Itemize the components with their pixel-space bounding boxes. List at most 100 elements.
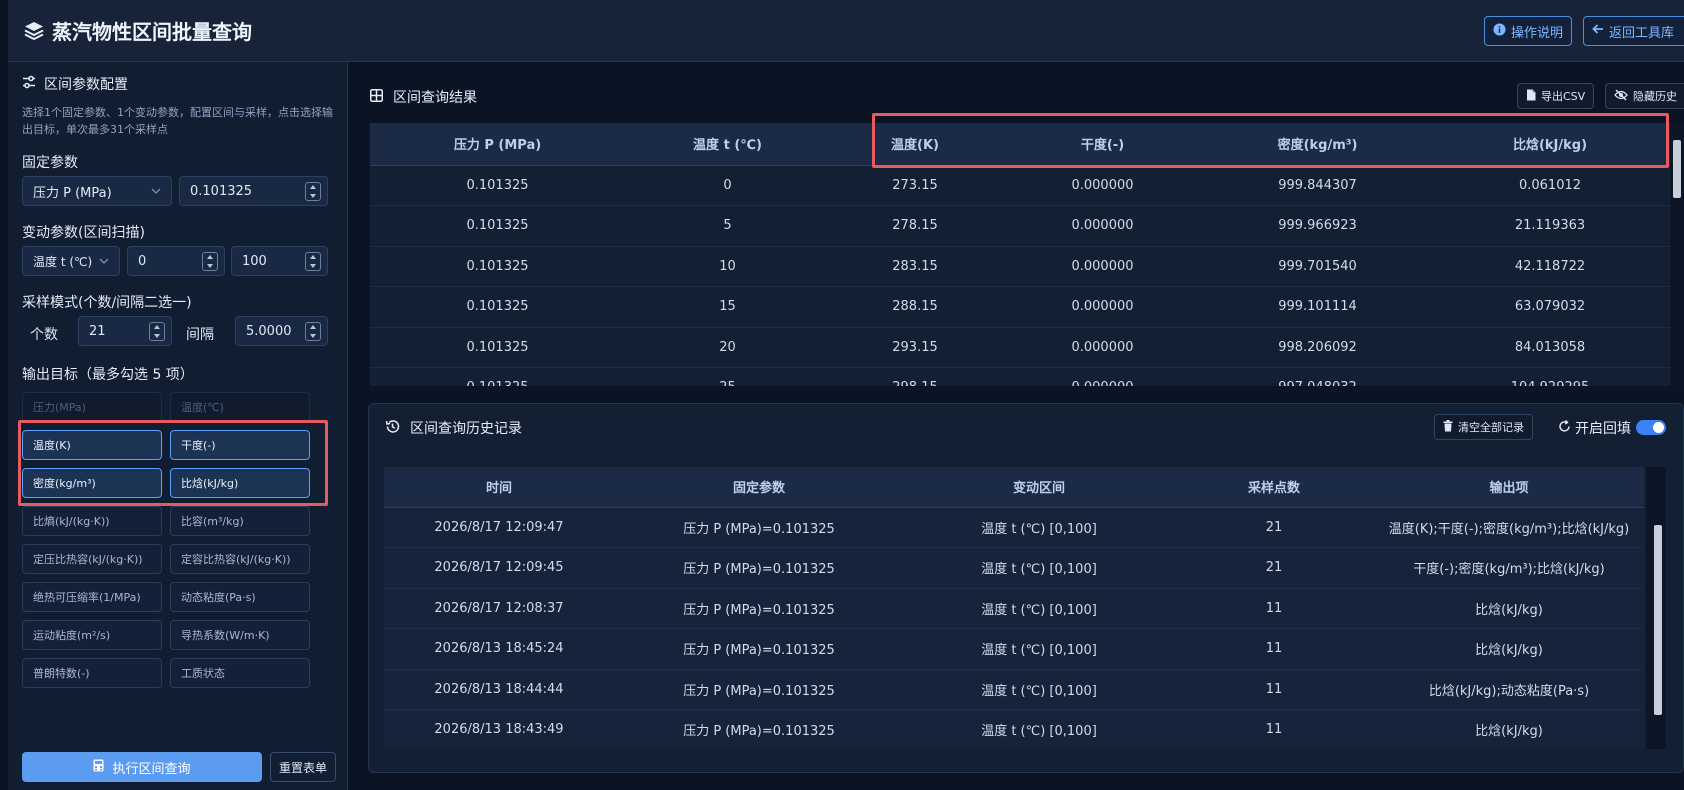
history-header-row: 时间 固定参数 变动区间 采样点数 输出项 bbox=[384, 467, 1644, 508]
table-cell: 20 bbox=[625, 327, 830, 368]
interval-label: 间隔 bbox=[186, 327, 214, 343]
output-phase-state[interactable]: 工质状态 bbox=[170, 658, 310, 688]
execute-query-button[interactable]: 执行区间查询 bbox=[22, 752, 262, 782]
highlight-box-output-columns bbox=[872, 113, 1669, 168]
table-row[interactable]: 2026/8/17 12:09:47 压力 P (MPa)=0.101325 温度 … bbox=[384, 507, 1644, 548]
table-cell: 298.15 bbox=[830, 367, 1000, 386]
output-entropy[interactable]: 比熵(kJ/(kg·K)) bbox=[22, 506, 162, 536]
sample-interval-input[interactable]: 5.0000 bbox=[235, 316, 328, 346]
output-cp[interactable]: 定压比热容(kJ/(kg·K)) bbox=[22, 544, 162, 574]
table-cell: 999.101114 bbox=[1205, 286, 1430, 328]
sample-interval-stepper[interactable] bbox=[305, 322, 321, 341]
table-cell: 42.118722 bbox=[1430, 246, 1670, 287]
table-cell: 11 bbox=[1174, 588, 1374, 629]
history-scrollbar-thumb[interactable] bbox=[1654, 525, 1662, 715]
export-csv-button[interactable]: 导出CSV bbox=[1517, 83, 1595, 109]
table-cell: 0.000000 bbox=[1000, 327, 1205, 368]
sliders-icon bbox=[22, 75, 36, 93]
col-header: 温度 t (℃) bbox=[625, 123, 830, 166]
table-cell: 15 bbox=[625, 286, 830, 328]
sample-count-text: 21 bbox=[89, 323, 106, 339]
reset-form-button[interactable]: 重置表单 bbox=[270, 752, 336, 782]
output-prandtl[interactable]: 普朗特数(-) bbox=[22, 658, 162, 688]
table-cell: 2026/8/17 12:09:45 bbox=[384, 547, 614, 589]
help-button[interactable]: 操作说明 bbox=[1484, 16, 1573, 46]
table-cell: 998.206092 bbox=[1205, 327, 1430, 368]
table-cell: 温度 t (℃) [0,100] bbox=[904, 628, 1174, 670]
table-cell: 压力 P (MPa)=0.101325 bbox=[614, 588, 904, 629]
table-cell: 0.000000 bbox=[1000, 286, 1205, 328]
range-min-input[interactable]: 0 bbox=[127, 246, 225, 276]
table-cell: 0.101325 bbox=[370, 205, 625, 247]
fixed-param-select[interactable]: 压力 P (MPa) bbox=[22, 176, 172, 206]
table-cell: 997.048032 bbox=[1205, 367, 1430, 386]
table-row[interactable]: 2026/8/13 18:44:44 压力 P (MPa)=0.101325 温度 … bbox=[384, 669, 1644, 710]
col-header: 采样点数 bbox=[1174, 467, 1374, 508]
table-row: 0.101325 20 293.15 0.000000 998.206092 84.013… bbox=[370, 327, 1670, 368]
col-header: 输出项 bbox=[1374, 467, 1644, 508]
table-cell: 5 bbox=[625, 205, 830, 247]
table-cell: 0.000000 bbox=[1000, 367, 1205, 386]
table-cell: 温度 t (℃) [0,100] bbox=[904, 507, 1174, 548]
range-max-input[interactable]: 100 bbox=[231, 246, 328, 276]
table-cell: 压力 P (MPa)=0.101325 bbox=[614, 709, 904, 749]
history-title-text: 区间查询历史记录 bbox=[410, 421, 522, 437]
table-cell: 21 bbox=[1174, 547, 1374, 589]
info-circle-icon bbox=[1493, 23, 1506, 40]
history-table-container[interactable]: 时间 固定参数 变动区间 采样点数 输出项 2026/8/17 12:09:47… bbox=[384, 467, 1644, 749]
range-min-stepper[interactable] bbox=[202, 252, 218, 271]
hide-history-button[interactable]: 隐藏历史 bbox=[1605, 83, 1684, 109]
execute-query-label: 执行区间查询 bbox=[112, 761, 191, 777]
sample-count-input[interactable]: 21 bbox=[78, 316, 172, 346]
col-header: 时间 bbox=[384, 467, 614, 508]
table-row: 0.101325 5 278.15 0.000000 999.966923 21.1193… bbox=[370, 205, 1670, 247]
back-button[interactable]: 返回工具库 bbox=[1583, 16, 1684, 46]
sample-count-stepper[interactable] bbox=[149, 322, 165, 341]
table-cell: 压力 P (MPa)=0.101325 bbox=[614, 669, 904, 710]
table-cell: 0.101325 bbox=[370, 286, 625, 328]
table-row[interactable]: 2026/8/17 12:08:37 压力 P (MPa)=0.101325 温度 … bbox=[384, 588, 1644, 629]
table-cell: 0 bbox=[625, 165, 830, 206]
table-cell: 21.119363 bbox=[1430, 205, 1670, 247]
table-cell: 10 bbox=[625, 246, 830, 287]
output-dynamic-viscosity[interactable]: 动态粘度(Pa·s) bbox=[170, 582, 310, 612]
history-table: 时间 固定参数 变动区间 采样点数 输出项 2026/8/17 12:09:47… bbox=[384, 467, 1644, 749]
table-row[interactable]: 2026/8/13 18:45:24 压力 P (MPa)=0.101325 温度 … bbox=[384, 628, 1644, 670]
table-cell: 比焓(kJ/kg);动态粘度(Pa·s) bbox=[1374, 669, 1644, 710]
variable-param-label: 变动参数(区间扫描) bbox=[22, 225, 145, 241]
output-cv[interactable]: 定容比热容(kJ/(kg·K)) bbox=[170, 544, 310, 574]
output-kinematic-viscosity[interactable]: 运动粘度(m²/s) bbox=[22, 620, 162, 650]
range-max-stepper[interactable] bbox=[305, 252, 321, 271]
output-specific-volume[interactable]: 比容(m³/kg) bbox=[170, 506, 310, 536]
fixed-value-input[interactable]: 0.101325 bbox=[179, 176, 328, 206]
table-cell: 0.101325 bbox=[370, 165, 625, 206]
hide-history-label: 隐藏历史 bbox=[1633, 90, 1677, 103]
output-conductivity[interactable]: 导热系数(W/m·K) bbox=[170, 620, 310, 650]
table-cell: 比焓(kJ/kg) bbox=[1374, 628, 1644, 670]
fixed-value-text: 0.101325 bbox=[190, 183, 253, 199]
variable-param-select[interactable]: 温度 t (℃) bbox=[22, 246, 120, 276]
table-cell: 63.079032 bbox=[1430, 286, 1670, 328]
clear-history-button[interactable]: 清空全部记录 bbox=[1434, 414, 1533, 440]
table-cell: 0.000000 bbox=[1000, 205, 1205, 247]
chevron-down-icon bbox=[97, 254, 111, 268]
fixed-param-label: 固定参数 bbox=[22, 155, 78, 171]
grid-icon bbox=[370, 88, 383, 106]
backfill-toggle-switch[interactable] bbox=[1636, 420, 1666, 435]
table-row[interactable]: 2026/8/13 18:43:49 压力 P (MPa)=0.101325 温度 … bbox=[384, 709, 1644, 749]
output-compressibility[interactable]: 绝热可压缩率(1/MPa) bbox=[22, 582, 162, 612]
table-row[interactable]: 2026/8/17 12:09:45 压力 P (MPa)=0.101325 温度 … bbox=[384, 547, 1644, 589]
clear-history-label: 清空全部记录 bbox=[1458, 421, 1524, 434]
backfill-toggle-label[interactable]: 开启回填 bbox=[1558, 418, 1631, 438]
col-header: 压力 P (MPa) bbox=[370, 123, 625, 166]
output-pressure: 压力(MPa) bbox=[22, 392, 162, 422]
table-cell: 288.15 bbox=[830, 286, 1000, 328]
export-csv-label: 导出CSV bbox=[1541, 90, 1586, 103]
results-scrollbar-thumb[interactable] bbox=[1673, 140, 1681, 198]
table-cell: 273.15 bbox=[830, 165, 1000, 206]
table-cell: 0.000000 bbox=[1000, 246, 1205, 287]
chevron-down-icon bbox=[149, 184, 163, 198]
table-cell: 104.929295 bbox=[1430, 367, 1670, 386]
fixed-value-stepper[interactable] bbox=[305, 182, 321, 201]
table-cell: 999.701540 bbox=[1205, 246, 1430, 287]
